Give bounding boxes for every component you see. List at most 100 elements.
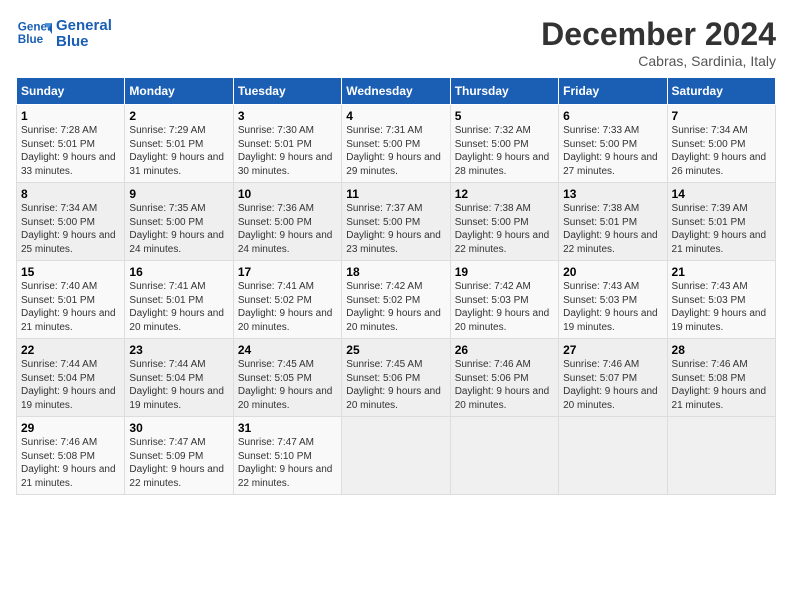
table-row: 23 Sunrise: 7:44 AM Sunset: 5:04 PM Dayl… xyxy=(125,339,233,417)
sunset-label: Sunset: 5:03 PM xyxy=(672,295,746,306)
table-row: 22 Sunrise: 7:44 AM Sunset: 5:04 PM Dayl… xyxy=(17,339,125,417)
table-row: 30 Sunrise: 7:47 AM Sunset: 5:09 PM Dayl… xyxy=(125,417,233,495)
sunset-label: Sunset: 5:08 PM xyxy=(21,451,95,462)
calendar-header-row: Sunday Monday Tuesday Wednesday Thursday… xyxy=(17,78,776,105)
calendar-week-row: 15 Sunrise: 7:40 AM Sunset: 5:01 PM Dayl… xyxy=(17,261,776,339)
day-info: Sunrise: 7:33 AM Sunset: 5:00 PM Dayligh… xyxy=(563,124,662,178)
table-row xyxy=(450,417,558,495)
sunrise-label: Sunrise: 7:37 AM xyxy=(346,203,422,214)
daylight-label: Daylight: 9 hours and 23 minutes. xyxy=(346,230,441,255)
day-info: Sunrise: 7:44 AM Sunset: 5:04 PM Dayligh… xyxy=(129,358,228,412)
day-info: Sunrise: 7:46 AM Sunset: 5:07 PM Dayligh… xyxy=(563,358,662,412)
day-number: 3 xyxy=(238,109,337,123)
logo: General Blue General Blue xyxy=(16,16,112,52)
table-row: 24 Sunrise: 7:45 AM Sunset: 5:05 PM Dayl… xyxy=(233,339,341,417)
day-info: Sunrise: 7:38 AM Sunset: 5:00 PM Dayligh… xyxy=(455,202,554,256)
day-number: 19 xyxy=(455,265,554,279)
col-tuesday: Tuesday xyxy=(233,78,341,105)
month-title: December 2024 xyxy=(541,16,776,53)
daylight-label: Daylight: 9 hours and 33 minutes. xyxy=(21,152,116,177)
sunset-label: Sunset: 5:08 PM xyxy=(672,373,746,384)
day-info: Sunrise: 7:44 AM Sunset: 5:04 PM Dayligh… xyxy=(21,358,120,412)
table-row xyxy=(342,417,450,495)
daylight-label: Daylight: 9 hours and 22 minutes. xyxy=(455,230,550,255)
table-row: 31 Sunrise: 7:47 AM Sunset: 5:10 PM Dayl… xyxy=(233,417,341,495)
table-row xyxy=(559,417,667,495)
day-info: Sunrise: 7:42 AM Sunset: 5:02 PM Dayligh… xyxy=(346,280,445,334)
sunrise-label: Sunrise: 7:45 AM xyxy=(346,359,422,370)
day-number: 4 xyxy=(346,109,445,123)
col-sunday: Sunday xyxy=(17,78,125,105)
sunrise-label: Sunrise: 7:45 AM xyxy=(238,359,314,370)
daylight-label: Daylight: 9 hours and 21 minutes. xyxy=(21,308,116,333)
daylight-label: Daylight: 9 hours and 30 minutes. xyxy=(238,152,333,177)
svg-text:General: General xyxy=(18,20,52,33)
col-saturday: Saturday xyxy=(667,78,775,105)
sunset-label: Sunset: 5:10 PM xyxy=(238,451,312,462)
daylight-label: Daylight: 9 hours and 19 minutes. xyxy=(21,386,116,411)
table-row: 25 Sunrise: 7:45 AM Sunset: 5:06 PM Dayl… xyxy=(342,339,450,417)
day-info: Sunrise: 7:45 AM Sunset: 5:06 PM Dayligh… xyxy=(346,358,445,412)
daylight-label: Daylight: 9 hours and 20 minutes. xyxy=(346,386,441,411)
calendar-week-row: 29 Sunrise: 7:46 AM Sunset: 5:08 PM Dayl… xyxy=(17,417,776,495)
daylight-label: Daylight: 9 hours and 20 minutes. xyxy=(455,386,550,411)
daylight-label: Daylight: 9 hours and 25 minutes. xyxy=(21,230,116,255)
day-number: 8 xyxy=(21,187,120,201)
sunrise-label: Sunrise: 7:43 AM xyxy=(563,281,639,292)
day-info: Sunrise: 7:32 AM Sunset: 5:00 PM Dayligh… xyxy=(455,124,554,178)
sunset-label: Sunset: 5:00 PM xyxy=(346,217,420,228)
day-number: 1 xyxy=(21,109,120,123)
sunset-label: Sunset: 5:01 PM xyxy=(563,217,637,228)
daylight-label: Daylight: 9 hours and 19 minutes. xyxy=(563,308,658,333)
day-number: 14 xyxy=(672,187,771,201)
day-number: 17 xyxy=(238,265,337,279)
sunrise-label: Sunrise: 7:46 AM xyxy=(455,359,531,370)
sunset-label: Sunset: 5:01 PM xyxy=(21,295,95,306)
daylight-label: Daylight: 9 hours and 21 minutes. xyxy=(21,464,116,489)
daylight-label: Daylight: 9 hours and 20 minutes. xyxy=(455,308,550,333)
table-row: 13 Sunrise: 7:38 AM Sunset: 5:01 PM Dayl… xyxy=(559,183,667,261)
table-row: 10 Sunrise: 7:36 AM Sunset: 5:00 PM Dayl… xyxy=(233,183,341,261)
daylight-label: Daylight: 9 hours and 22 minutes. xyxy=(129,464,224,489)
sunset-label: Sunset: 5:00 PM xyxy=(672,139,746,150)
sunset-label: Sunset: 5:00 PM xyxy=(346,139,420,150)
table-row: 5 Sunrise: 7:32 AM Sunset: 5:00 PM Dayli… xyxy=(450,105,558,183)
svg-text:Blue: Blue xyxy=(18,33,44,46)
table-row: 15 Sunrise: 7:40 AM Sunset: 5:01 PM Dayl… xyxy=(17,261,125,339)
sunset-label: Sunset: 5:01 PM xyxy=(21,139,95,150)
daylight-label: Daylight: 9 hours and 22 minutes. xyxy=(563,230,658,255)
day-info: Sunrise: 7:41 AM Sunset: 5:01 PM Dayligh… xyxy=(129,280,228,334)
day-info: Sunrise: 7:42 AM Sunset: 5:03 PM Dayligh… xyxy=(455,280,554,334)
sunset-label: Sunset: 5:01 PM xyxy=(672,217,746,228)
logo-line2: Blue xyxy=(56,34,112,51)
sunrise-label: Sunrise: 7:47 AM xyxy=(238,437,314,448)
table-row: 26 Sunrise: 7:46 AM Sunset: 5:06 PM Dayl… xyxy=(450,339,558,417)
table-row: 27 Sunrise: 7:46 AM Sunset: 5:07 PM Dayl… xyxy=(559,339,667,417)
day-number: 22 xyxy=(21,343,120,357)
sunset-label: Sunset: 5:00 PM xyxy=(21,217,95,228)
col-monday: Monday xyxy=(125,78,233,105)
sunrise-label: Sunrise: 7:34 AM xyxy=(672,125,748,136)
sunset-label: Sunset: 5:01 PM xyxy=(129,295,203,306)
col-thursday: Thursday xyxy=(450,78,558,105)
day-info: Sunrise: 7:30 AM Sunset: 5:01 PM Dayligh… xyxy=(238,124,337,178)
day-info: Sunrise: 7:38 AM Sunset: 5:01 PM Dayligh… xyxy=(563,202,662,256)
day-info: Sunrise: 7:29 AM Sunset: 5:01 PM Dayligh… xyxy=(129,124,228,178)
day-number: 13 xyxy=(563,187,662,201)
sunrise-label: Sunrise: 7:43 AM xyxy=(672,281,748,292)
sunrise-label: Sunrise: 7:35 AM xyxy=(129,203,205,214)
day-info: Sunrise: 7:43 AM Sunset: 5:03 PM Dayligh… xyxy=(672,280,771,334)
sunrise-label: Sunrise: 7:38 AM xyxy=(563,203,639,214)
table-row: 16 Sunrise: 7:41 AM Sunset: 5:01 PM Dayl… xyxy=(125,261,233,339)
sunrise-label: Sunrise: 7:38 AM xyxy=(455,203,531,214)
day-info: Sunrise: 7:40 AM Sunset: 5:01 PM Dayligh… xyxy=(21,280,120,334)
table-row: 2 Sunrise: 7:29 AM Sunset: 5:01 PM Dayli… xyxy=(125,105,233,183)
table-row: 1 Sunrise: 7:28 AM Sunset: 5:01 PM Dayli… xyxy=(17,105,125,183)
day-info: Sunrise: 7:39 AM Sunset: 5:01 PM Dayligh… xyxy=(672,202,771,256)
calendar-week-row: 1 Sunrise: 7:28 AM Sunset: 5:01 PM Dayli… xyxy=(17,105,776,183)
day-number: 30 xyxy=(129,421,228,435)
day-number: 28 xyxy=(672,343,771,357)
calendar-week-row: 8 Sunrise: 7:34 AM Sunset: 5:00 PM Dayli… xyxy=(17,183,776,261)
day-number: 15 xyxy=(21,265,120,279)
daylight-label: Daylight: 9 hours and 19 minutes. xyxy=(129,386,224,411)
